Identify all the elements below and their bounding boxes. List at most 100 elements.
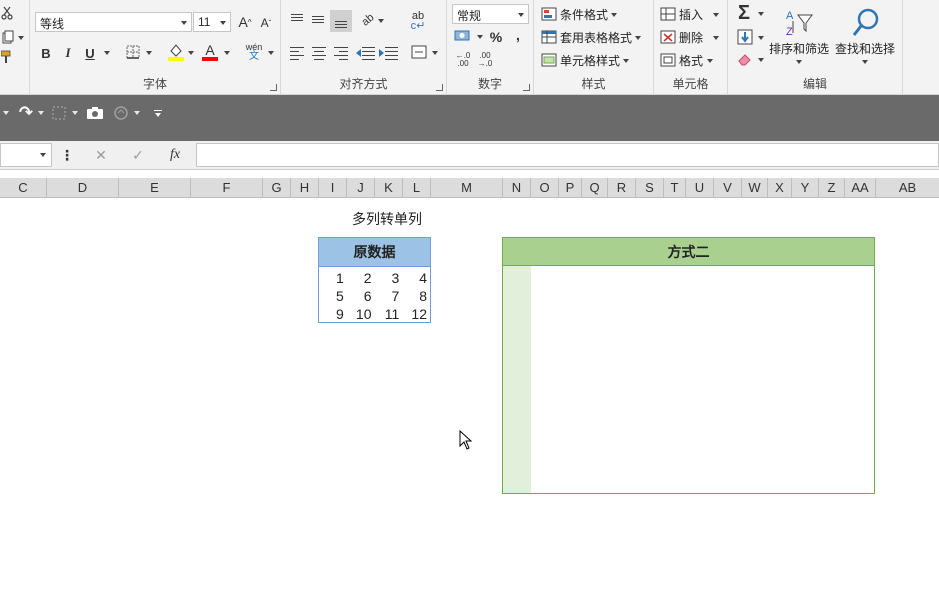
find-select-button[interactable]: 查找和选择 [834,4,896,70]
underline-button[interactable]: U [82,44,98,62]
cut-icon[interactable] [0,5,14,21]
redo-icon[interactable]: ↷ [16,103,36,123]
font-color-dropdown-icon[interactable] [224,51,230,55]
column-header-aa[interactable]: AA [845,178,876,198]
column-header-v[interactable]: V [714,178,742,198]
customize-toolbar-icon[interactable] [150,104,166,122]
orientation-dropdown-icon[interactable] [378,19,384,23]
column-header-e[interactable]: E [119,178,191,198]
font-color-icon[interactable]: A [201,42,219,62]
insert-cells-button[interactable]: 插入 [660,4,720,24]
copy-dropdown-icon[interactable] [18,36,24,40]
accounting-format-icon[interactable] [453,28,473,44]
insert-function-icon[interactable]: fx [164,145,186,165]
middle-align-icon[interactable] [309,10,327,28]
merge-center-icon[interactable] [410,44,428,60]
formula-input[interactable] [196,143,939,167]
table-cell[interactable]: 5 [319,287,347,305]
font-size-select[interactable]: 11 [193,12,231,32]
select-objects-dropdown-icon[interactable] [72,111,78,115]
result-side-column[interactable] [503,266,531,493]
column-header-l[interactable]: L [403,178,431,198]
increase-font-size-icon[interactable]: A ^ [236,12,254,32]
accounting-dropdown-icon[interactable] [477,35,483,39]
redo-dropdown-icon[interactable] [38,111,44,115]
column-header-x[interactable]: X [768,178,792,198]
table-cell[interactable]: 1 [319,269,347,287]
table-cell[interactable]: 2 [347,269,375,287]
column-header-g[interactable]: G [263,178,291,198]
table-cell[interactable]: 9 [319,305,347,323]
column-header-m[interactable]: M [431,178,503,198]
column-header-j[interactable]: J [347,178,375,198]
fill-color-dropdown-icon[interactable] [188,51,194,55]
merge-dropdown-icon[interactable] [432,51,438,55]
align-center-icon[interactable] [310,45,328,61]
column-header-q[interactable]: Q [582,178,608,198]
more-options-icon[interactable]: ⋮ [60,145,74,165]
increase-decimal-icon[interactable]: ←.0 .00 [453,51,473,69]
percent-style-button[interactable]: % [487,28,505,46]
column-header-i[interactable]: I [319,178,347,198]
decrease-indent-icon[interactable] [356,45,376,61]
table-cell[interactable]: 7 [375,287,403,305]
bottom-align-icon[interactable] [330,10,352,32]
alignment-dialog-launcher-icon[interactable] [436,84,443,91]
clear-icon[interactable] [736,51,754,67]
autosum-dropdown-icon[interactable] [758,12,764,16]
copy-icon[interactable] [0,29,16,45]
column-header-s[interactable]: S [636,178,664,198]
column-header-u[interactable]: U [686,178,714,198]
table-cell[interactable]: 4 [402,269,430,287]
column-header-y[interactable]: Y [792,178,819,198]
column-header-t[interactable]: T [664,178,686,198]
borders-icon[interactable] [125,44,141,60]
sort-filter-button[interactable]: AZ 排序和筛选 [768,4,830,70]
format-as-table-button[interactable]: 套用表格格式 [541,27,642,47]
format-cells-button[interactable]: 格式 [660,50,714,70]
format-painter-icon[interactable] [0,50,14,64]
align-left-icon[interactable] [288,45,306,61]
confirm-entry-icon[interactable]: ✓ [128,145,148,165]
form-icon[interactable] [112,104,130,122]
table-cell[interactable]: 12 [402,305,430,323]
increase-indent-icon[interactable] [379,45,399,61]
camera-icon[interactable] [86,104,104,122]
bold-button[interactable]: B [38,44,54,62]
borders-dropdown-icon[interactable] [146,51,152,55]
form-dropdown-icon[interactable] [134,111,140,115]
table-cell[interactable]: 8 [402,287,430,305]
delete-cells-button[interactable]: 删除 [660,27,720,47]
clear-dropdown-icon[interactable] [758,58,764,62]
column-header-w[interactable]: W [742,178,768,198]
column-header-k[interactable]: K [375,178,403,198]
column-header-p[interactable]: P [559,178,582,198]
column-header-h[interactable]: H [291,178,319,198]
align-right-icon[interactable] [332,45,350,61]
column-header-n[interactable]: N [503,178,531,198]
decrease-decimal-icon[interactable]: .00 →.0 [475,51,495,69]
table-cell[interactable]: 10 [347,305,375,323]
table-cell[interactable]: 6 [347,287,375,305]
conditional-formatting-button[interactable]: 条件格式 [541,4,618,24]
decrease-font-size-icon[interactable]: Aˇ [258,14,274,32]
autosum-icon[interactable]: Σ [734,2,754,24]
column-header-o[interactable]: O [531,178,559,198]
table-cell[interactable]: 11 [375,305,403,323]
column-header-ab[interactable]: AB [876,178,939,198]
undo-dropdown-icon[interactable] [3,111,9,115]
phonetic-guide-icon[interactable]: wén 文 [244,42,264,62]
comma-style-button[interactable]: , [511,26,525,44]
number-dialog-launcher-icon[interactable] [523,84,530,91]
number-format-select[interactable]: 常规 [452,4,529,24]
column-header-r[interactable]: R [608,178,636,198]
column-header-f[interactable]: F [191,178,263,198]
phonetic-dropdown-icon[interactable] [268,51,274,55]
column-header-z[interactable]: Z [819,178,845,198]
font-name-select[interactable]: 等线 [35,12,192,32]
column-header-d[interactable]: D [47,178,119,198]
table-cell[interactable]: 3 [375,269,403,287]
fill-icon[interactable] [736,28,754,46]
italic-button[interactable]: I [60,44,76,62]
font-dialog-launcher-icon[interactable] [270,84,277,91]
